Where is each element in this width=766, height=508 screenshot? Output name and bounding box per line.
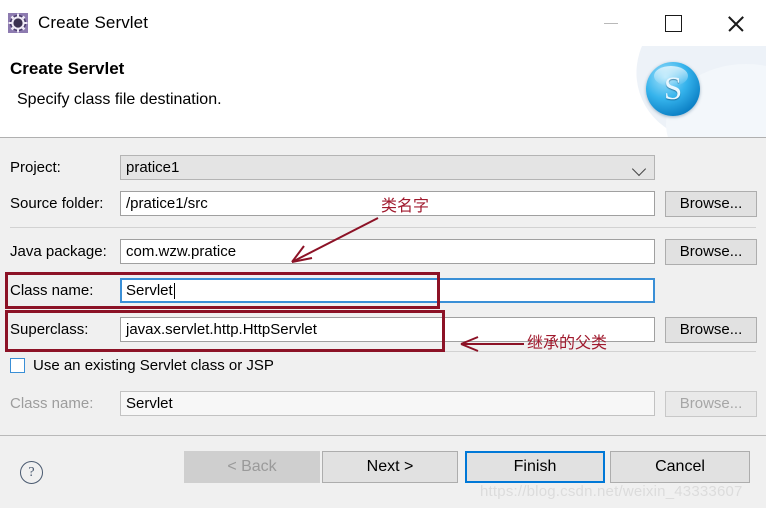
- separator-1: [10, 227, 756, 228]
- existing-class-name-label: Class name:: [10, 395, 94, 412]
- gear-icon: [7, 12, 29, 34]
- java-package-value: com.wzw.pratice: [126, 243, 237, 260]
- close-icon: [726, 14, 745, 33]
- help-question-mark-icon[interactable]: ?: [20, 461, 43, 484]
- source-folder-label: Source folder:: [10, 195, 104, 212]
- superclass-value: javax.servlet.http.HttpServlet: [126, 321, 317, 338]
- page-subtitle: Specify class file destination.: [17, 91, 222, 108]
- field-row-superclass: Superclass: javax.servlet.http.HttpServl…: [0, 316, 766, 343]
- page-title: Create Servlet: [10, 59, 125, 78]
- wizard-header: Create Servlet Specify class file destin…: [0, 46, 766, 138]
- class-name-label: Class name:: [10, 282, 94, 299]
- field-row-project: Project: pratice1: [0, 154, 766, 181]
- browse-superclass-button[interactable]: Browse...: [665, 316, 757, 343]
- back-button: < Back: [184, 451, 320, 483]
- minimize-icon: [604, 22, 618, 24]
- browse-java-package-button[interactable]: Browse...: [665, 238, 757, 265]
- annotation-text-superclass: 继承的父类: [527, 335, 608, 352]
- field-row-existing-class-name: Class name: Servlet Browse...: [0, 390, 766, 417]
- project-value: pratice1: [126, 159, 180, 176]
- wizard-banner: S: [616, 46, 766, 137]
- java-package-input[interactable]: com.wzw.pratice: [120, 239, 655, 264]
- class-name-value: Servlet: [126, 282, 173, 299]
- close-button[interactable]: [704, 0, 766, 46]
- browse-source-folder-button[interactable]: Browse...: [665, 190, 757, 217]
- java-package-label: Java package:: [10, 243, 107, 260]
- superclass-label: Superclass:: [10, 321, 89, 338]
- servlet-s-logo-icon: S: [646, 62, 700, 116]
- window-title: Create Servlet: [38, 13, 149, 32]
- maximize-button[interactable]: [642, 0, 704, 46]
- wizard-body: Project: pratice1 Source folder: /pratic…: [0, 138, 766, 435]
- use-existing-servlet-checkbox[interactable]: [10, 358, 25, 373]
- browse-existing-class-button: Browse...: [665, 390, 757, 417]
- banner-letter: S: [663, 70, 683, 107]
- field-row-java-package: Java package: com.wzw.pratice Browse...: [0, 238, 766, 265]
- class-name-input[interactable]: Servlet: [120, 278, 655, 303]
- chevron-down-icon: [631, 161, 647, 177]
- existing-class-name-input[interactable]: Servlet: [120, 391, 655, 416]
- project-combo[interactable]: pratice1: [120, 155, 655, 180]
- source-folder-value: /pratice1/src: [126, 195, 208, 212]
- field-row-class-name: Class name: Servlet: [0, 277, 766, 304]
- watermark-text: https://blog.csdn.net/weixin_43333607: [480, 483, 743, 500]
- title-bar: Create Servlet: [0, 0, 766, 46]
- project-label: Project:: [10, 159, 61, 176]
- separator-2: [10, 351, 756, 352]
- annotation-text-class-name: 类名字: [381, 198, 430, 215]
- existing-class-name-value: Servlet: [126, 395, 173, 412]
- minimize-button[interactable]: [580, 0, 642, 46]
- next-button[interactable]: Next >: [322, 451, 458, 483]
- finish-button[interactable]: Finish: [465, 451, 605, 483]
- maximize-icon: [664, 14, 682, 32]
- use-existing-servlet-checkbox-row[interactable]: Use an existing Servlet class or JSP: [10, 357, 274, 374]
- cancel-button[interactable]: Cancel: [610, 451, 750, 483]
- use-existing-servlet-label: Use an existing Servlet class or JSP: [33, 357, 274, 374]
- text-caret: [173, 282, 175, 299]
- window-controls: [580, 0, 766, 46]
